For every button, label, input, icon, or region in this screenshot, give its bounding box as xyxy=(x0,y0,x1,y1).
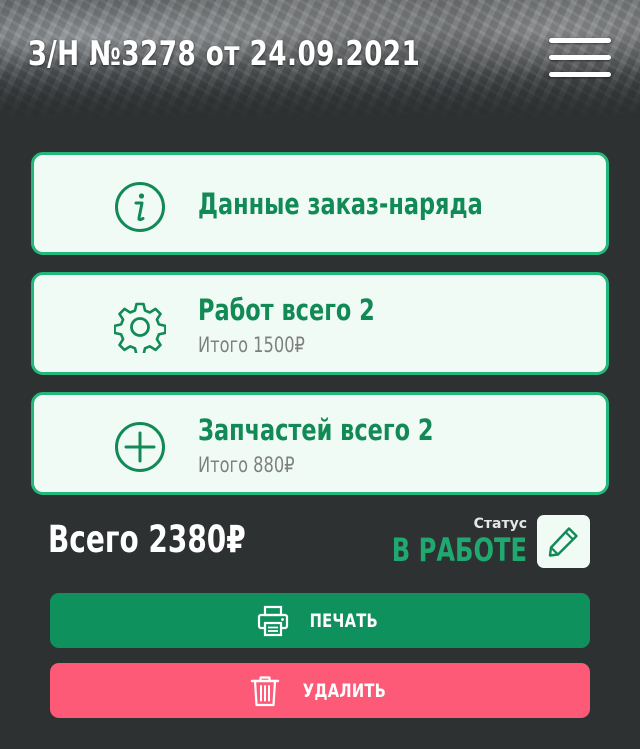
delete-button[interactable]: УДАЛИТЬ xyxy=(50,663,590,718)
print-button[interactable]: ПЕЧАТЬ xyxy=(50,593,590,648)
print-label: ПЕЧАТЬ xyxy=(309,609,379,632)
card-subtitle: Итого 880₽ xyxy=(198,453,295,477)
card-title: Запчастей всего 2 xyxy=(198,413,434,447)
hamburger-line xyxy=(549,55,611,60)
edit-status-button[interactable] xyxy=(537,515,590,568)
gear-icon xyxy=(114,301,166,353)
order-data-card[interactable]: Данные заказ-наряда xyxy=(31,152,609,255)
delete-label: УДАЛИТЬ xyxy=(302,679,386,702)
printer-icon xyxy=(256,604,290,638)
trash-icon xyxy=(248,674,282,708)
works-card[interactable]: Работ всего 2 Итого 1500₽ xyxy=(31,272,609,375)
card-subtitle: Итого 1500₽ xyxy=(198,333,305,357)
order-total: Всего 2380₽ xyxy=(48,518,246,561)
menu-button[interactable] xyxy=(549,38,611,80)
parts-card[interactable]: Запчастей всего 2 Итого 880₽ xyxy=(31,392,609,495)
hamburger-menu-icon xyxy=(549,38,611,43)
hamburger-line xyxy=(549,72,611,77)
status-value: В РАБОТЕ xyxy=(391,531,527,569)
info-icon xyxy=(114,181,166,233)
card-title: Данные заказ-наряда xyxy=(198,187,483,221)
page-title: З/Н №3278 от 24.09.2021 xyxy=(28,34,421,74)
plus-circle-icon xyxy=(114,421,166,473)
status-label: Статус xyxy=(473,516,527,532)
pencil-icon xyxy=(548,527,578,557)
card-title: Работ всего 2 xyxy=(198,293,375,327)
